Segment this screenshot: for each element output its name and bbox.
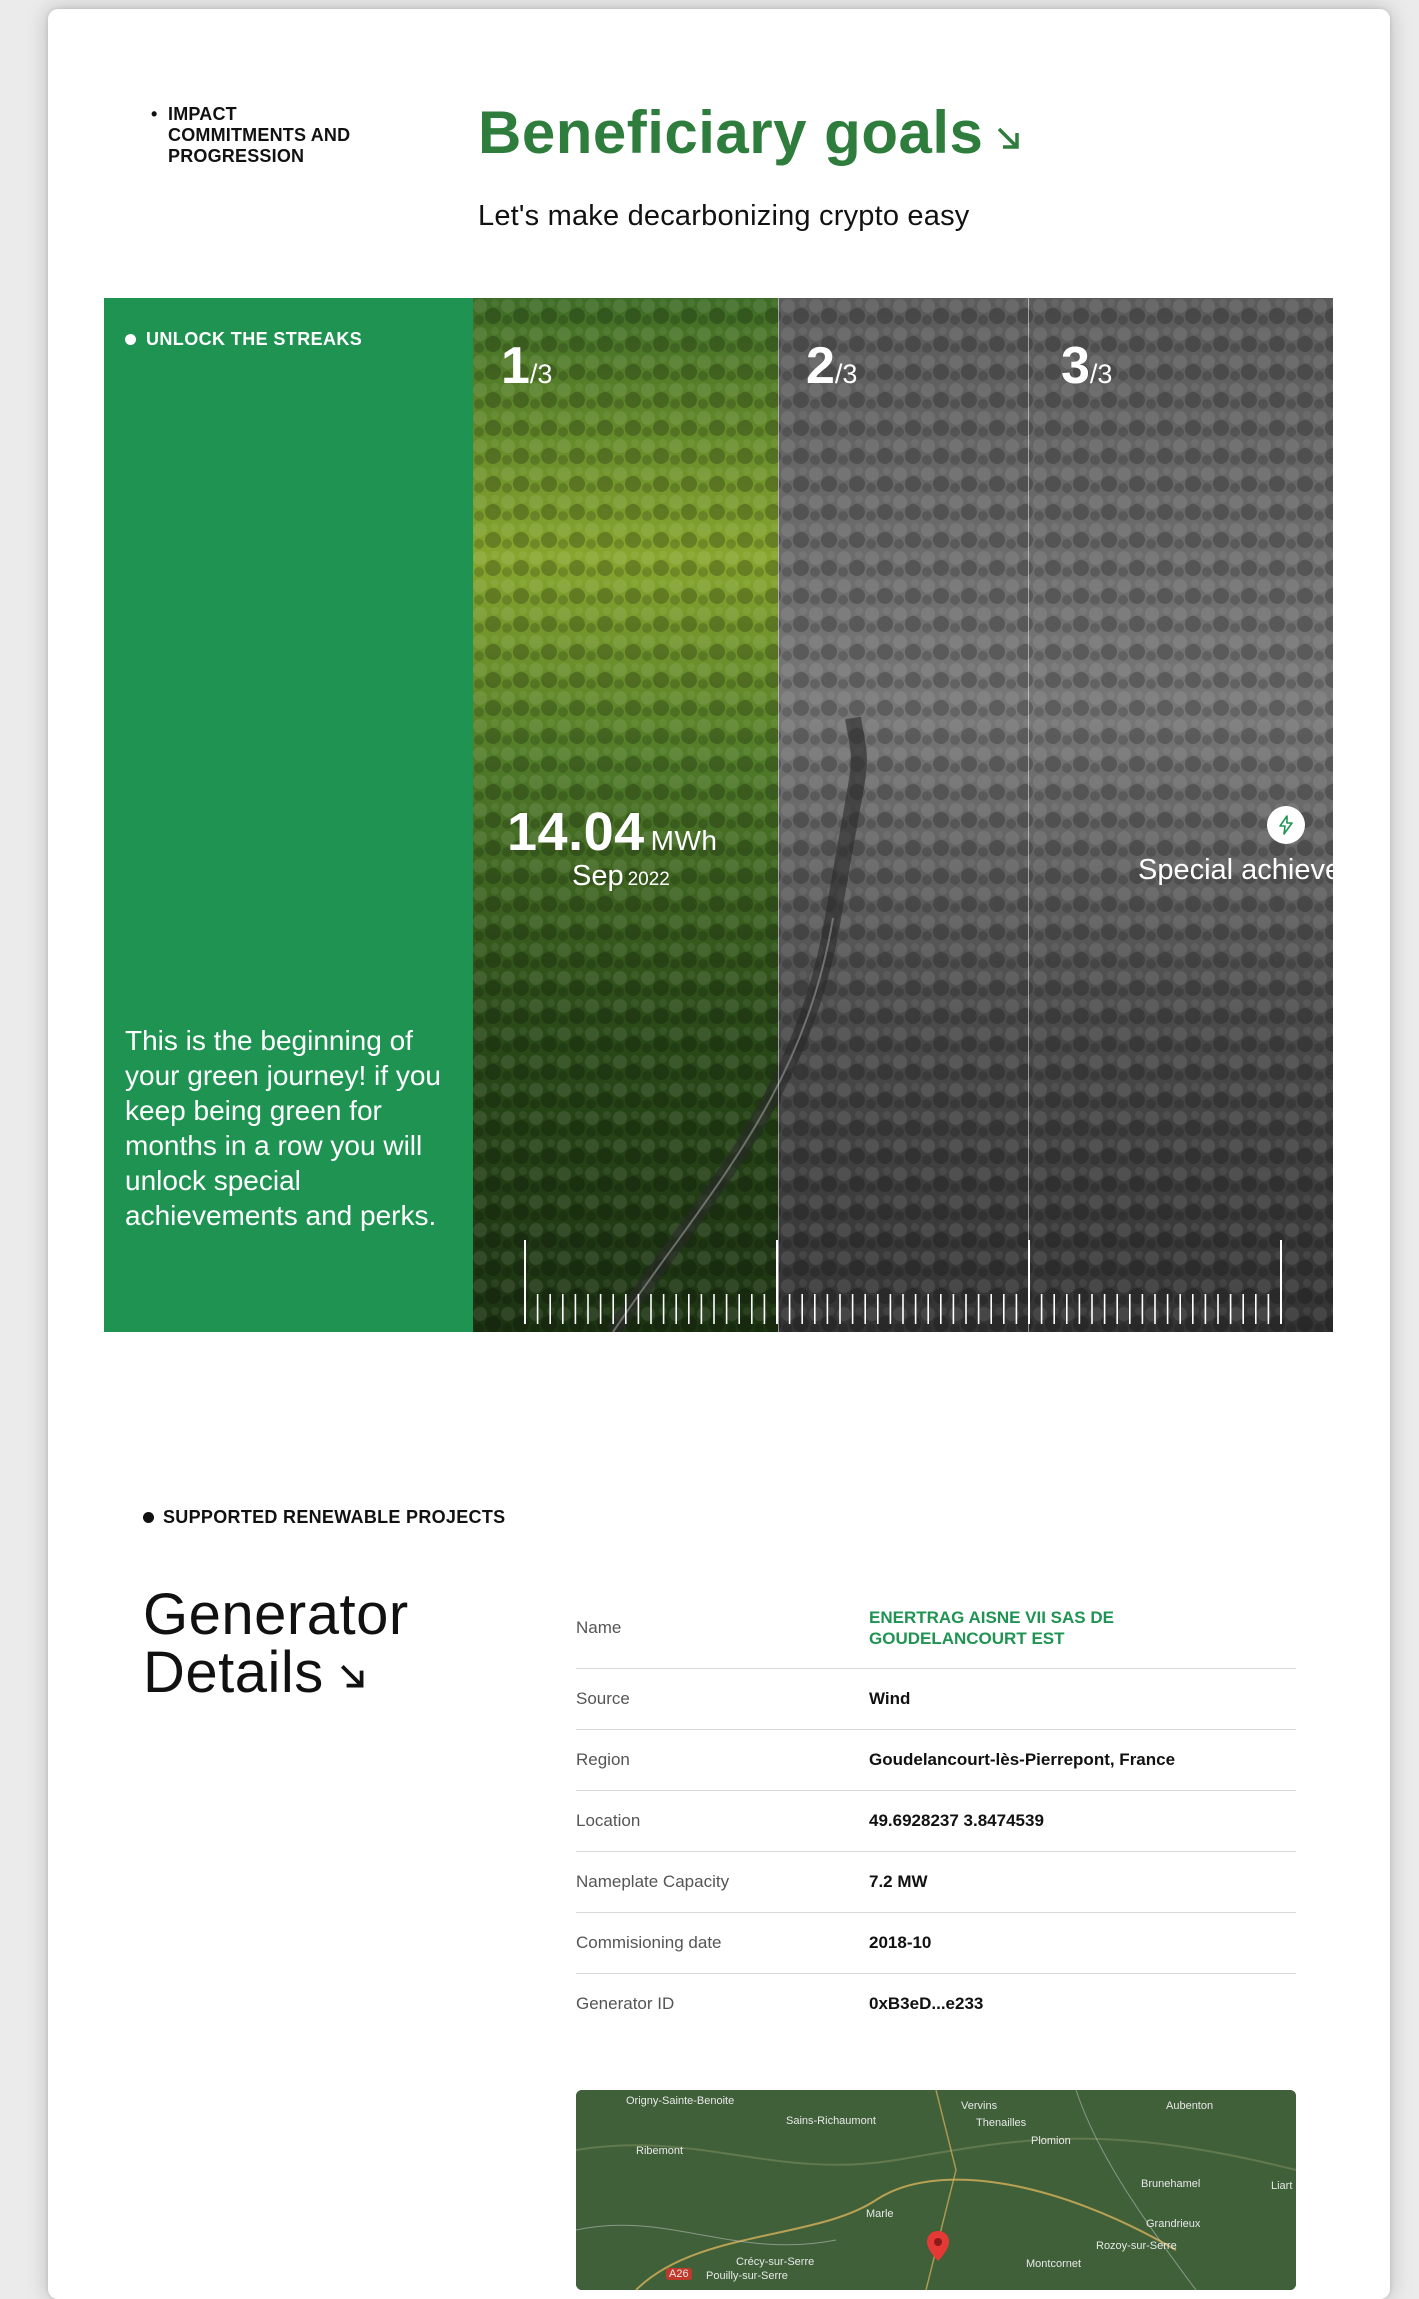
map-place-label: Pouilly-sur-Serre xyxy=(706,2270,788,2282)
step-divider xyxy=(778,298,779,1332)
arrow-down-right-icon xyxy=(338,1644,368,1702)
energy-value: 14.04 MWh xyxy=(507,802,718,862)
map-place-label: Sains-Richaumont xyxy=(786,2115,876,2127)
map-pin-icon[interactable] xyxy=(926,2230,950,2267)
generator-details-title: Generator Details xyxy=(143,1582,409,1705)
table-row: Name ENERTRAG AISNE VII SAS DE GOUDELANC… xyxy=(576,1588,1296,1669)
table-row: Generator ID 0xB3eD...e233 xyxy=(576,1994,984,2013)
map-place-label: Ribemont xyxy=(636,2145,684,2157)
table-row: Source Wind xyxy=(576,1669,1296,1730)
forest-image: 1/3 2/3 3/3 14.04 MWh Sep 2022 Special ach… xyxy=(473,298,1333,1332)
step-2: 2/3 xyxy=(806,337,858,395)
map-place-label: Origny-Sainte-Benoite xyxy=(626,2095,735,2107)
map-place-label: Thenailles xyxy=(976,2117,1027,2129)
progress-ruler xyxy=(524,1240,1282,1324)
step-3: 3/3 xyxy=(1061,337,1113,395)
page-title: Beneficiary goals xyxy=(478,98,1023,167)
journey-text: This is the beginning of your green jour… xyxy=(125,1025,441,1231)
table-row: Location 49.6928237 3.8474539 xyxy=(576,1791,1296,1852)
map-place-label: Liart xyxy=(1271,2180,1293,2192)
map-place-label: Aubenton xyxy=(1166,2100,1214,2112)
page-subtitle: Let's make decarbonizing crypto easy xyxy=(478,200,970,232)
arrow-down-right-icon xyxy=(995,98,1023,167)
streak-info-column: UNLOCK THE STREAKS This is the beginning… xyxy=(104,298,473,1332)
streak-panel: UNLOCK THE STREAKS This is the beginning… xyxy=(104,298,1333,1332)
map-place-label: Montcornet xyxy=(1026,2258,1082,2270)
map-place-label: Brunehamel xyxy=(1141,2178,1201,2190)
section-label-projects: SUPPORTED RENEWABLE PROJECTS xyxy=(143,1507,505,1528)
highway-shield: A26 xyxy=(666,2268,692,2280)
map-place-label: Plomion xyxy=(1031,2135,1071,2147)
location-map[interactable]: Origny-Sainte-Benoite Sains-Richaumont V… xyxy=(576,2090,1296,2290)
page-title-text: Beneficiary goals xyxy=(478,99,984,166)
lightning-icon xyxy=(1267,806,1305,844)
map-place-label: Rozoy-sur-Serre xyxy=(1096,2240,1177,2252)
table-row: Nameplate Capacity 7.2 MW xyxy=(576,1852,1296,1913)
special-achievement-label: Special achievement xyxy=(1138,854,1333,886)
map-place-label: Marle xyxy=(866,2208,894,2220)
bullet-dot xyxy=(143,1512,154,1523)
table-row: Region Goudelancourt-lès-Pierrepont, Fra… xyxy=(576,1730,1296,1791)
bullet-dot: • xyxy=(151,104,158,124)
table-row: Commisioning date 2018-10 xyxy=(576,1913,1296,1974)
step-1: 1/3 xyxy=(501,337,553,395)
step-divider xyxy=(1028,298,1029,1332)
generator-details-table: Name ENERTRAG AISNE VII SAS DE GOUDELANC… xyxy=(576,1588,1296,2034)
map-place-label: Crécy-sur-Serre xyxy=(736,2256,815,2268)
map-place-label: Vervins xyxy=(961,2100,998,2112)
energy-date: Sep 2022 xyxy=(572,860,670,892)
streak-label: UNLOCK THE STREAKS xyxy=(125,329,362,350)
section-label-impact: • IMPACT COMMITMENTS AND PROGRESSION xyxy=(151,104,351,166)
map-place-label: Grandrieux xyxy=(1146,2218,1201,2230)
bullet-dot xyxy=(125,334,136,345)
